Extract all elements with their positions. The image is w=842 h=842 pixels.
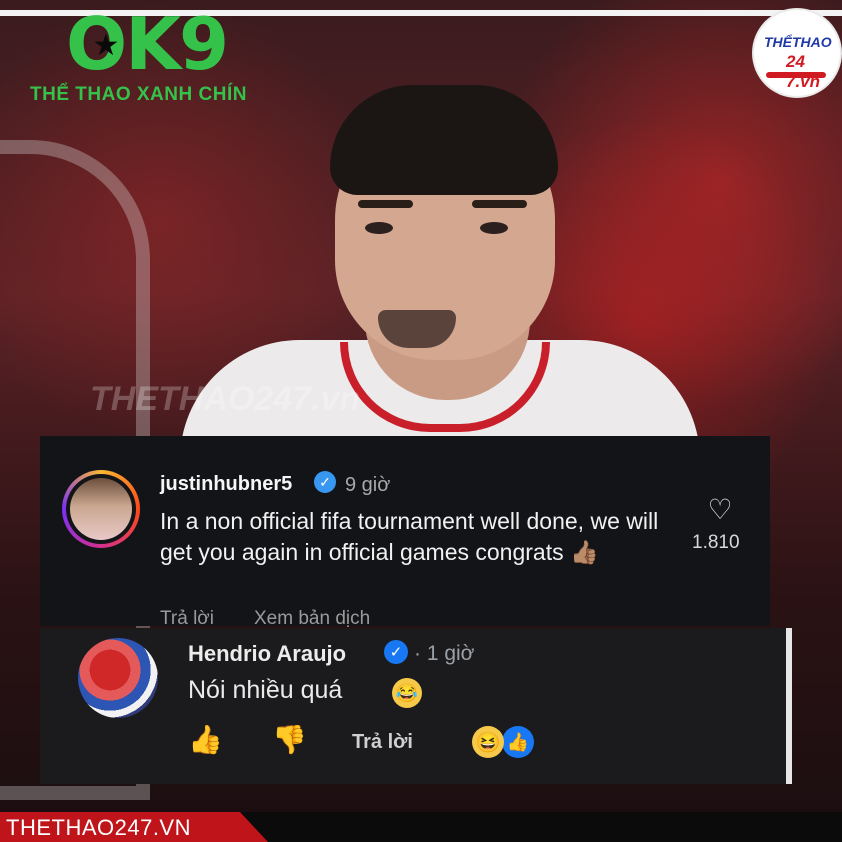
logo-subtitle: THỂ THAO XANH CHÍN <box>30 84 247 105</box>
reply-button[interactable]: Trả lời <box>352 731 413 754</box>
comment-time: · 1 giờ <box>414 642 475 665</box>
comment-username[interactable]: justinhubner5 <box>160 473 292 496</box>
comment-text: In a non official fifa tournament well d… <box>160 508 659 565</box>
heart-icon[interactable]: ♡ <box>705 496 735 524</box>
comment-username[interactable]: Hendrio Araujo <box>188 641 346 667</box>
footer-site-name[interactable]: THETHAO247.VN <box>6 815 191 841</box>
right-eyebrow <box>472 200 527 208</box>
star-icon: ★ <box>92 28 120 62</box>
avatar[interactable] <box>62 470 140 548</box>
reply-link[interactable]: Trả lời <box>160 608 214 630</box>
card-edge-strip <box>786 628 792 784</box>
avatar-photo <box>70 478 132 540</box>
translate-link[interactable]: Xem bản dịch <box>254 608 370 630</box>
left-eye <box>365 222 393 234</box>
watermark: THETHAO247.vn <box>90 380 361 418</box>
avatar[interactable] <box>78 638 158 718</box>
facebook-comment-card: Hendrio Araujo ✓ · 1 giờ Nói nhiều quá 😂… <box>40 628 790 784</box>
comment-time: 9 giờ <box>345 474 391 496</box>
badge-swoosh <box>766 72 826 78</box>
dislike-icon[interactable]: 👎 <box>272 724 307 756</box>
like-icon[interactable]: 👍 <box>188 724 223 756</box>
laugh-reaction-icon[interactable]: 😆 <box>472 726 504 758</box>
badge-line1: THỂTHAO <box>764 34 832 50</box>
left-eyebrow <box>358 200 413 208</box>
thethao247-badge: THỂTHAO 24 7.vn <box>754 10 840 96</box>
comment-text: Nói nhiều quá <box>188 676 343 704</box>
verified-icon: ✓ <box>314 471 336 493</box>
ok9-logo: OK9 ★ THỂ THAO XANH CHÍN <box>30 4 290 105</box>
verified-icon: ✓ <box>384 640 408 664</box>
right-eye <box>480 222 508 234</box>
instagram-comment-card: justinhubner5 ✓ 9 giờ In a non official … <box>40 436 770 629</box>
hair <box>330 85 558 195</box>
like-reaction-icon[interactable]: 👍 <box>502 726 534 758</box>
like-count: 1.810 <box>692 532 740 553</box>
laugh-emoji-icon: 😂 <box>392 678 422 708</box>
